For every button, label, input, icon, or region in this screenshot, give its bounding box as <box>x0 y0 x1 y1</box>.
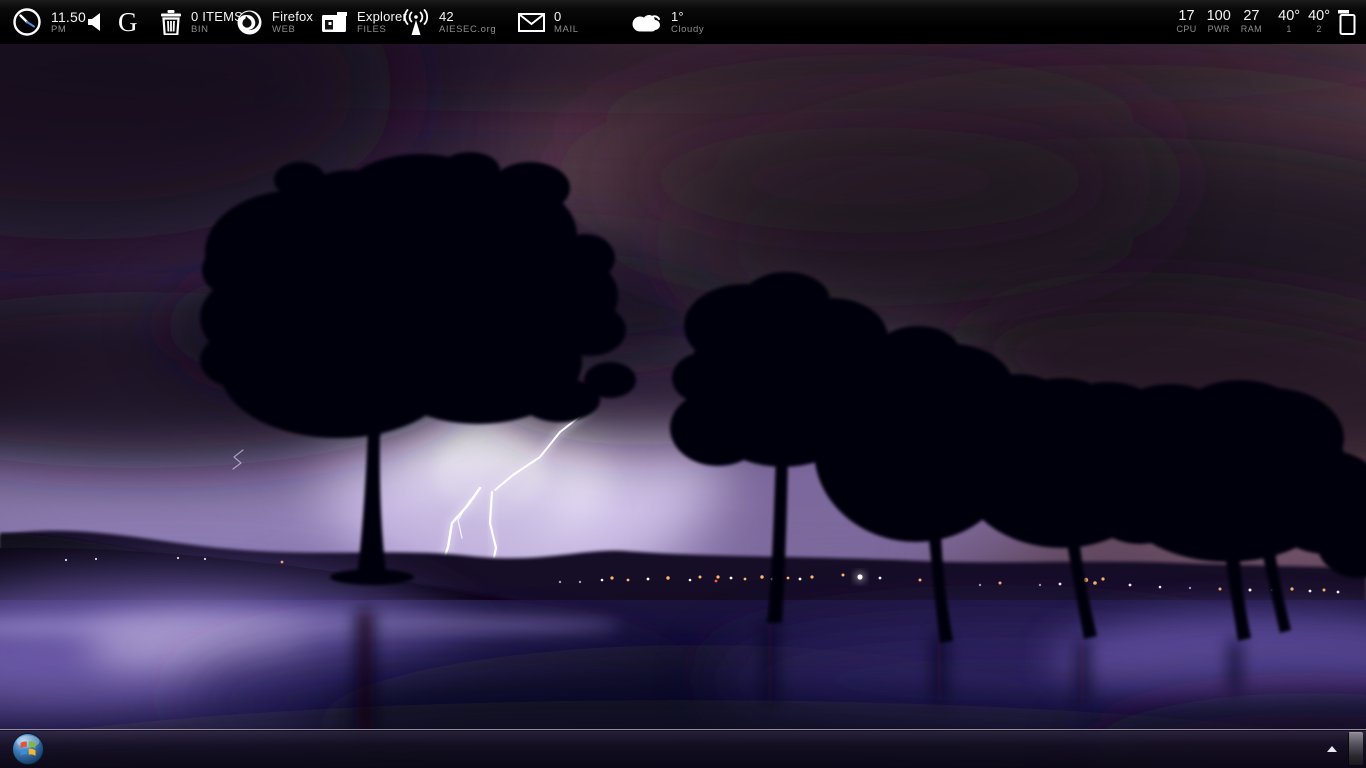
temp2-stat: 40° 2 <box>1308 9 1330 35</box>
show-desktop-button[interactable] <box>1348 732 1363 765</box>
desktop: 11.50 PM G 0 ITEMS BIN Firefox WEB Explo… <box>0 0 1366 768</box>
recycle-bin-widget[interactable]: 0 ITEMS BIN <box>160 0 243 44</box>
weather-cond: Cloudy <box>671 23 705 35</box>
system-stats-widget[interactable]: 17 CPU 100 PWR 27 RAM <box>1176 0 1262 44</box>
temp1-label: 1 <box>1286 24 1292 34</box>
network-value: 42 <box>439 8 454 24</box>
mail-icon <box>518 12 545 32</box>
clock-icon <box>13 8 41 36</box>
topbar: 11.50 PM G 0 ITEMS BIN Firefox WEB Explo… <box>0 0 1366 44</box>
antenna-icon <box>403 9 429 35</box>
files-app: Explorer <box>357 8 408 24</box>
storm-wallpaper-art <box>0 0 1366 768</box>
temp2-value: 40° <box>1308 8 1330 24</box>
show-hidden-icons-button[interactable] <box>1323 730 1341 768</box>
volume-widget[interactable] <box>86 0 104 44</box>
mail-label: MAIL <box>554 23 579 35</box>
files-label: FILES <box>357 23 387 35</box>
ram-stat: 27 RAM <box>1241 9 1262 35</box>
firefox-widget[interactable]: Firefox WEB <box>236 0 313 44</box>
cloud-icon <box>632 14 660 31</box>
trash-icon <box>161 9 181 35</box>
taskbar <box>0 729 1366 768</box>
ram-value: 27 <box>1243 8 1260 24</box>
google-g-icon: G <box>118 6 138 37</box>
start-button[interactable] <box>11 732 45 766</box>
mail-count: 0 <box>554 8 562 24</box>
web-app: Firefox <box>272 8 314 24</box>
windows-start-orb-icon <box>12 733 44 765</box>
temps-widget[interactable]: 40° 1 40° 2 <box>1278 0 1330 44</box>
network-label: AIESEC.org <box>439 23 497 35</box>
temp1-stat: 40° 1 <box>1278 9 1300 35</box>
pwr-stat: 100 PWR <box>1207 9 1231 35</box>
ram-label: RAM <box>1240 24 1262 34</box>
cpu-label: CPU <box>1176 24 1197 34</box>
wallpaper <box>0 0 1366 768</box>
temp1-value: 40° <box>1278 8 1301 24</box>
clock-time: 11.50 <box>51 8 86 25</box>
explorer-widget[interactable]: Explorer FILES <box>322 0 407 44</box>
weather-widget[interactable]: 1° Cloudy <box>630 0 704 44</box>
google-widget[interactable]: G <box>118 0 138 44</box>
power-widget[interactable] <box>1338 0 1358 44</box>
cpu-stat: 17 CPU <box>1176 9 1196 35</box>
battery-icon <box>1338 10 1356 35</box>
pwr-label: PWR <box>1207 24 1230 34</box>
speaker-icon <box>88 13 100 31</box>
up-arrow-icon <box>1327 746 1337 752</box>
mail-widget[interactable]: 0 MAIL <box>518 0 579 44</box>
firefox-icon <box>237 10 262 34</box>
clock-period: PM <box>51 23 67 35</box>
cpu-value: 17 <box>1178 8 1195 24</box>
clock-widget[interactable]: 11.50 PM <box>12 0 86 44</box>
temp2-label: 2 <box>1316 24 1322 34</box>
network-widget[interactable]: 42 AIESEC.org <box>402 0 496 44</box>
weather-temp: 1° <box>671 8 684 24</box>
web-label: WEB <box>272 23 296 35</box>
explorer-icon <box>322 11 347 32</box>
pwr-value: 100 <box>1206 8 1231 24</box>
